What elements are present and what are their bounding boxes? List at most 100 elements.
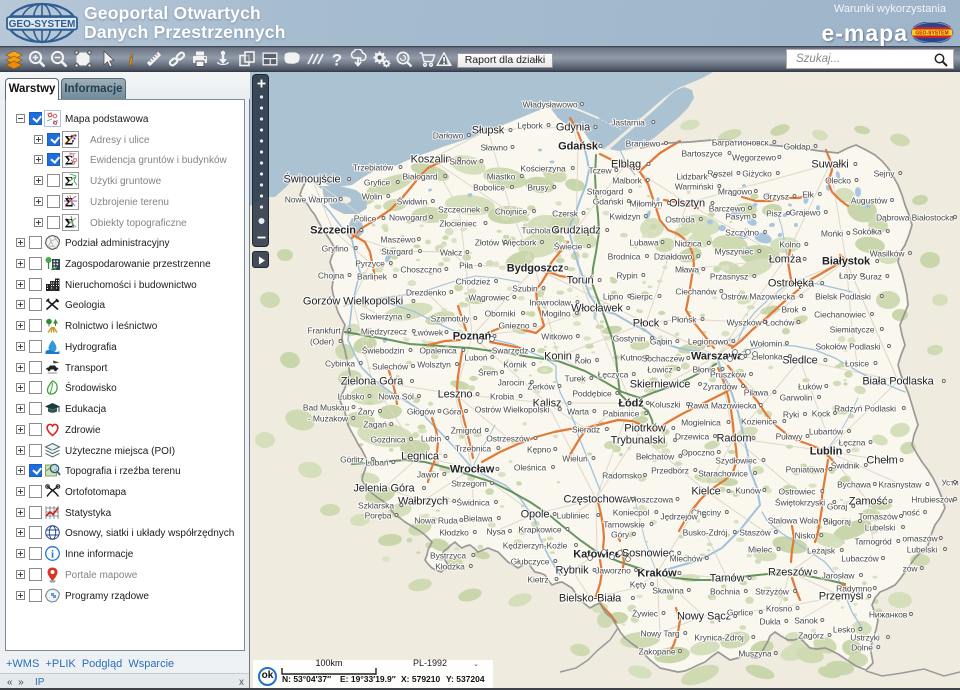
- svg-text:Szczecin: Szczecin: [310, 225, 356, 237]
- svg-text:Bydgoszcz: Bydgoszcz: [507, 263, 564, 275]
- svg-text:GEO-SYSTEM: GEO-SYSTEM: [915, 31, 948, 37]
- svg-text:Szydłowiec: Szydłowiec: [715, 456, 757, 466]
- svg-text:Świętokrzyski: Świętokrzyski: [775, 497, 825, 508]
- svg-text:Jastarnia: Jastarnia: [611, 118, 645, 128]
- svg-text:Lubawa: Lubawa: [629, 238, 659, 248]
- svg-text:GEO-SYSTEM: GEO-SYSTEM: [9, 19, 76, 30]
- svg-text:Wolin: Wolin: [362, 192, 383, 202]
- svg-text:Zagórz: Zagórz: [798, 631, 824, 641]
- svg-text:Oleśnica: Oleśnica: [514, 463, 547, 473]
- svg-text:Chełm: Chełm: [866, 455, 897, 467]
- svg-text:Konin: Konin: [544, 351, 572, 363]
- svg-text:Garwolin: Garwolin: [780, 393, 813, 403]
- svg-text:Legionowo: Legionowo: [688, 337, 729, 347]
- svg-text:Frankfurt: Frankfurt: [307, 326, 341, 336]
- svg-text:Starachowice: Starachowice: [698, 469, 748, 479]
- svg-text:Wolsztyn: Wolsztyn: [417, 360, 451, 370]
- svg-text:Pilawa: Pilawa: [744, 388, 769, 398]
- svg-text:Mogilno: Mogilno: [541, 309, 570, 319]
- svg-text:Kościerzyna: Kościerzyna: [520, 164, 566, 174]
- svg-text:Brok: Brok: [781, 305, 799, 315]
- svg-text:Нижанков: Нижанков: [869, 610, 908, 620]
- svg-text:Ełk: Ełk: [802, 190, 814, 200]
- svg-text:Kielce: Kielce: [691, 486, 720, 498]
- svg-text:Turek: Turek: [565, 374, 587, 384]
- svg-text:Ciechanowiec: Ciechanowiec: [814, 310, 867, 320]
- svg-text:Warmiński: Warmiński: [675, 182, 714, 192]
- svg-text:Szubin: Szubin: [512, 284, 538, 294]
- svg-text:Węgorzewo: Węgorzewo: [732, 153, 776, 163]
- svg-text:Cybinka: Cybinka: [325, 359, 355, 369]
- svg-text:Olecko: Olecko: [825, 176, 851, 186]
- svg-text:Skawina: Skawina: [652, 586, 684, 596]
- svg-text:Sieradz: Sieradz: [572, 425, 600, 435]
- svg-text:Busko-Zdrój: Busko-Zdrój: [683, 528, 728, 538]
- svg-text:Szczecinek: Szczecinek: [438, 205, 481, 215]
- svg-text:Kórnik: Kórnik: [503, 360, 527, 370]
- svg-text:Głogów: Głogów: [407, 407, 436, 417]
- svg-text:Poniatowa: Poniatowa: [786, 465, 825, 475]
- svg-text:Nidzica: Nidzica: [674, 239, 702, 249]
- svg-text:Opole: Opole: [521, 509, 550, 521]
- svg-text:Brusy: Brusy: [527, 183, 549, 193]
- svg-text:Σ: Σ: [65, 132, 74, 147]
- svg-text:Mrągowo: Mrągowo: [718, 187, 753, 197]
- svg-text:Lubelski: Lubelski: [907, 545, 938, 555]
- svg-text:Lubelski: Lubelski: [865, 523, 896, 533]
- svg-text:Trzebiatów: Trzebiatów: [353, 163, 394, 173]
- svg-text:Lubartów: Lubartów: [809, 427, 844, 437]
- svg-text:Częstochowa: Częstochowa: [564, 494, 630, 506]
- svg-text:Ostrów Wielkopolski: Ostrów Wielkopolski: [475, 405, 550, 415]
- svg-text:Kock: Kock: [812, 409, 831, 419]
- svg-text:Gdynia: Gdynia: [556, 122, 591, 134]
- svg-text:Tarnogród: Tarnogród: [854, 537, 892, 547]
- svg-text:Opoczno: Opoczno: [681, 448, 715, 458]
- svg-text:Kłodzka: Kłodzka: [435, 562, 465, 572]
- svg-text:Koluszki: Koluszki: [650, 400, 681, 410]
- svg-text:Myszyniec: Myszyniec: [715, 247, 755, 257]
- svg-text:Strzyżów: Strzyżów: [755, 587, 790, 597]
- svg-text:Choszczno: Choszczno: [400, 265, 442, 275]
- svg-text:Jędrzejów: Jędrzejów: [660, 512, 698, 522]
- svg-text:Sulechów: Sulechów: [372, 362, 409, 372]
- svg-text:Tuchola: Tuchola: [521, 226, 551, 236]
- svg-text:Władysławowo: Władysławowo: [522, 100, 577, 110]
- svg-text:Dąbrowa Białostocka: Dąbrowa Białostocka: [876, 213, 954, 223]
- svg-text:Tarnowskie: Tarnowskie: [603, 520, 645, 530]
- svg-text:Łęczyca: Łęczyca: [598, 370, 629, 380]
- svg-text:Łuków: Łuków: [798, 382, 823, 392]
- svg-text:Łomża: Łomża: [769, 254, 802, 266]
- svg-text:Luboń: Luboń: [464, 353, 488, 363]
- svg-text:Muszyna: Muszyna: [738, 649, 772, 659]
- svg-text:Wyszków: Wyszków: [726, 318, 762, 328]
- svg-text:Biłgoraj: Biłgoraj: [823, 517, 851, 527]
- svg-text:Krapkowice: Krapkowice: [519, 525, 562, 535]
- svg-text:Jaworzno: Jaworzno: [595, 566, 631, 576]
- svg-text:Gniezno: Gniezno: [499, 321, 530, 331]
- svg-text:Kutno: Kutno: [620, 353, 642, 363]
- svg-text:Kęty: Kęty: [630, 580, 647, 590]
- svg-text:Świdwin: Świdwin: [397, 196, 428, 207]
- svg-text:Nowy Sącz: Nowy Sącz: [677, 611, 731, 623]
- svg-text:Legnica: Legnica: [401, 451, 440, 463]
- svg-text:Mława: Mława: [675, 265, 699, 275]
- svg-text:Grajewo: Grajewo: [790, 208, 821, 218]
- svg-text:Słupsk: Słupsk: [472, 125, 505, 137]
- svg-text:Zakopane: Zakopane: [638, 647, 675, 657]
- svg-text:Kraków: Kraków: [637, 568, 677, 580]
- svg-text:Siedlce: Siedlce: [782, 355, 817, 367]
- svg-text:Suraz: Suraz: [860, 272, 882, 282]
- svg-text:Grudziądz: Grudziądz: [551, 225, 600, 237]
- svg-text:Kłodzko: Kłodzko: [439, 528, 469, 538]
- svg-text:Sejny: Sejny: [874, 169, 896, 179]
- svg-text:Miechów: Miechów: [670, 554, 704, 564]
- svg-text:Gorlice: Gorlice: [727, 608, 754, 618]
- svg-text:Lipno: Lipno: [603, 292, 624, 302]
- svg-text:Złotów: Złotów: [475, 238, 500, 248]
- svg-text:Kędzierzyn-Koźle: Kędzierzyn-Koźle: [503, 541, 568, 551]
- svg-text:Lubań: Lubań: [365, 458, 389, 468]
- svg-text:Świdnica: Świdnica: [456, 497, 490, 508]
- svg-text:Sokółka: Sokółka: [852, 227, 882, 237]
- svg-text:Darłowo: Darłowo: [433, 131, 464, 141]
- svg-text:i: i: [129, 52, 134, 69]
